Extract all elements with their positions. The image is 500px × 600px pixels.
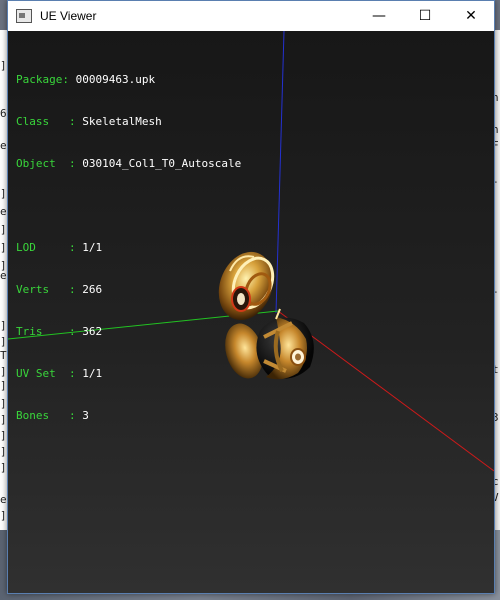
info-object-row: Object : 030104_Col1_T0_Autoscale	[16, 157, 242, 170]
ue-viewer-window: UE Viewer — ☐ ✕ Package: 00009463.upk Cl…	[7, 0, 495, 594]
info-label: Bones	[16, 409, 50, 422]
info-value: 362	[82, 325, 103, 338]
3d-viewport[interactable]: Package: 00009463.upk Class : SkeletalMe…	[8, 31, 494, 593]
mesh-info-overlay: Package: 00009463.upk Class : SkeletalMe…	[16, 45, 241, 451]
info-value: 3	[82, 409, 89, 422]
maximize-icon: ☐	[418, 8, 432, 24]
info-class-row: Class : SkeletalMesh	[16, 115, 162, 128]
info-tris-row: Tris : 362	[16, 325, 103, 338]
maximize-button[interactable]: ☐	[402, 1, 448, 31]
window-controls: — ☐ ✕	[356, 1, 494, 31]
minimize-button[interactable]: —	[356, 1, 402, 31]
info-package-row: Package: 00009463.upk	[16, 73, 156, 86]
info-label: Class	[16, 115, 50, 128]
info-label: Tris	[16, 325, 43, 338]
info-label: Object	[16, 157, 56, 170]
info-value: 1/1	[82, 367, 103, 380]
close-button[interactable]: ✕	[448, 1, 494, 31]
minimize-icon: —	[372, 8, 386, 24]
close-icon: ✕	[465, 8, 477, 24]
info-value: 266	[82, 283, 103, 296]
window-title: UE Viewer	[40, 9, 97, 23]
info-value: 00009463.upk	[75, 73, 156, 86]
info-label: Verts	[16, 283, 50, 296]
info-value: 1/1	[82, 241, 103, 254]
info-lod-row: LOD : 1/1	[16, 241, 103, 254]
info-value: 030104_Col1_T0_Autoscale	[82, 157, 242, 170]
info-verts-row: Verts : 266	[16, 283, 103, 296]
app-window-icon[interactable]	[16, 9, 32, 23]
info-label: UV Set	[16, 367, 56, 380]
info-label: Package	[16, 73, 63, 86]
info-uvset-row: UV Set : 1/1	[16, 367, 103, 380]
axis-z-line	[275, 31, 285, 314]
info-value: SkeletalMesh	[82, 115, 162, 128]
info-label: LOD	[16, 241, 36, 254]
title-bar[interactable]: UE Viewer — ☐ ✕	[8, 1, 494, 31]
info-bones-row: Bones : 3	[16, 409, 89, 422]
